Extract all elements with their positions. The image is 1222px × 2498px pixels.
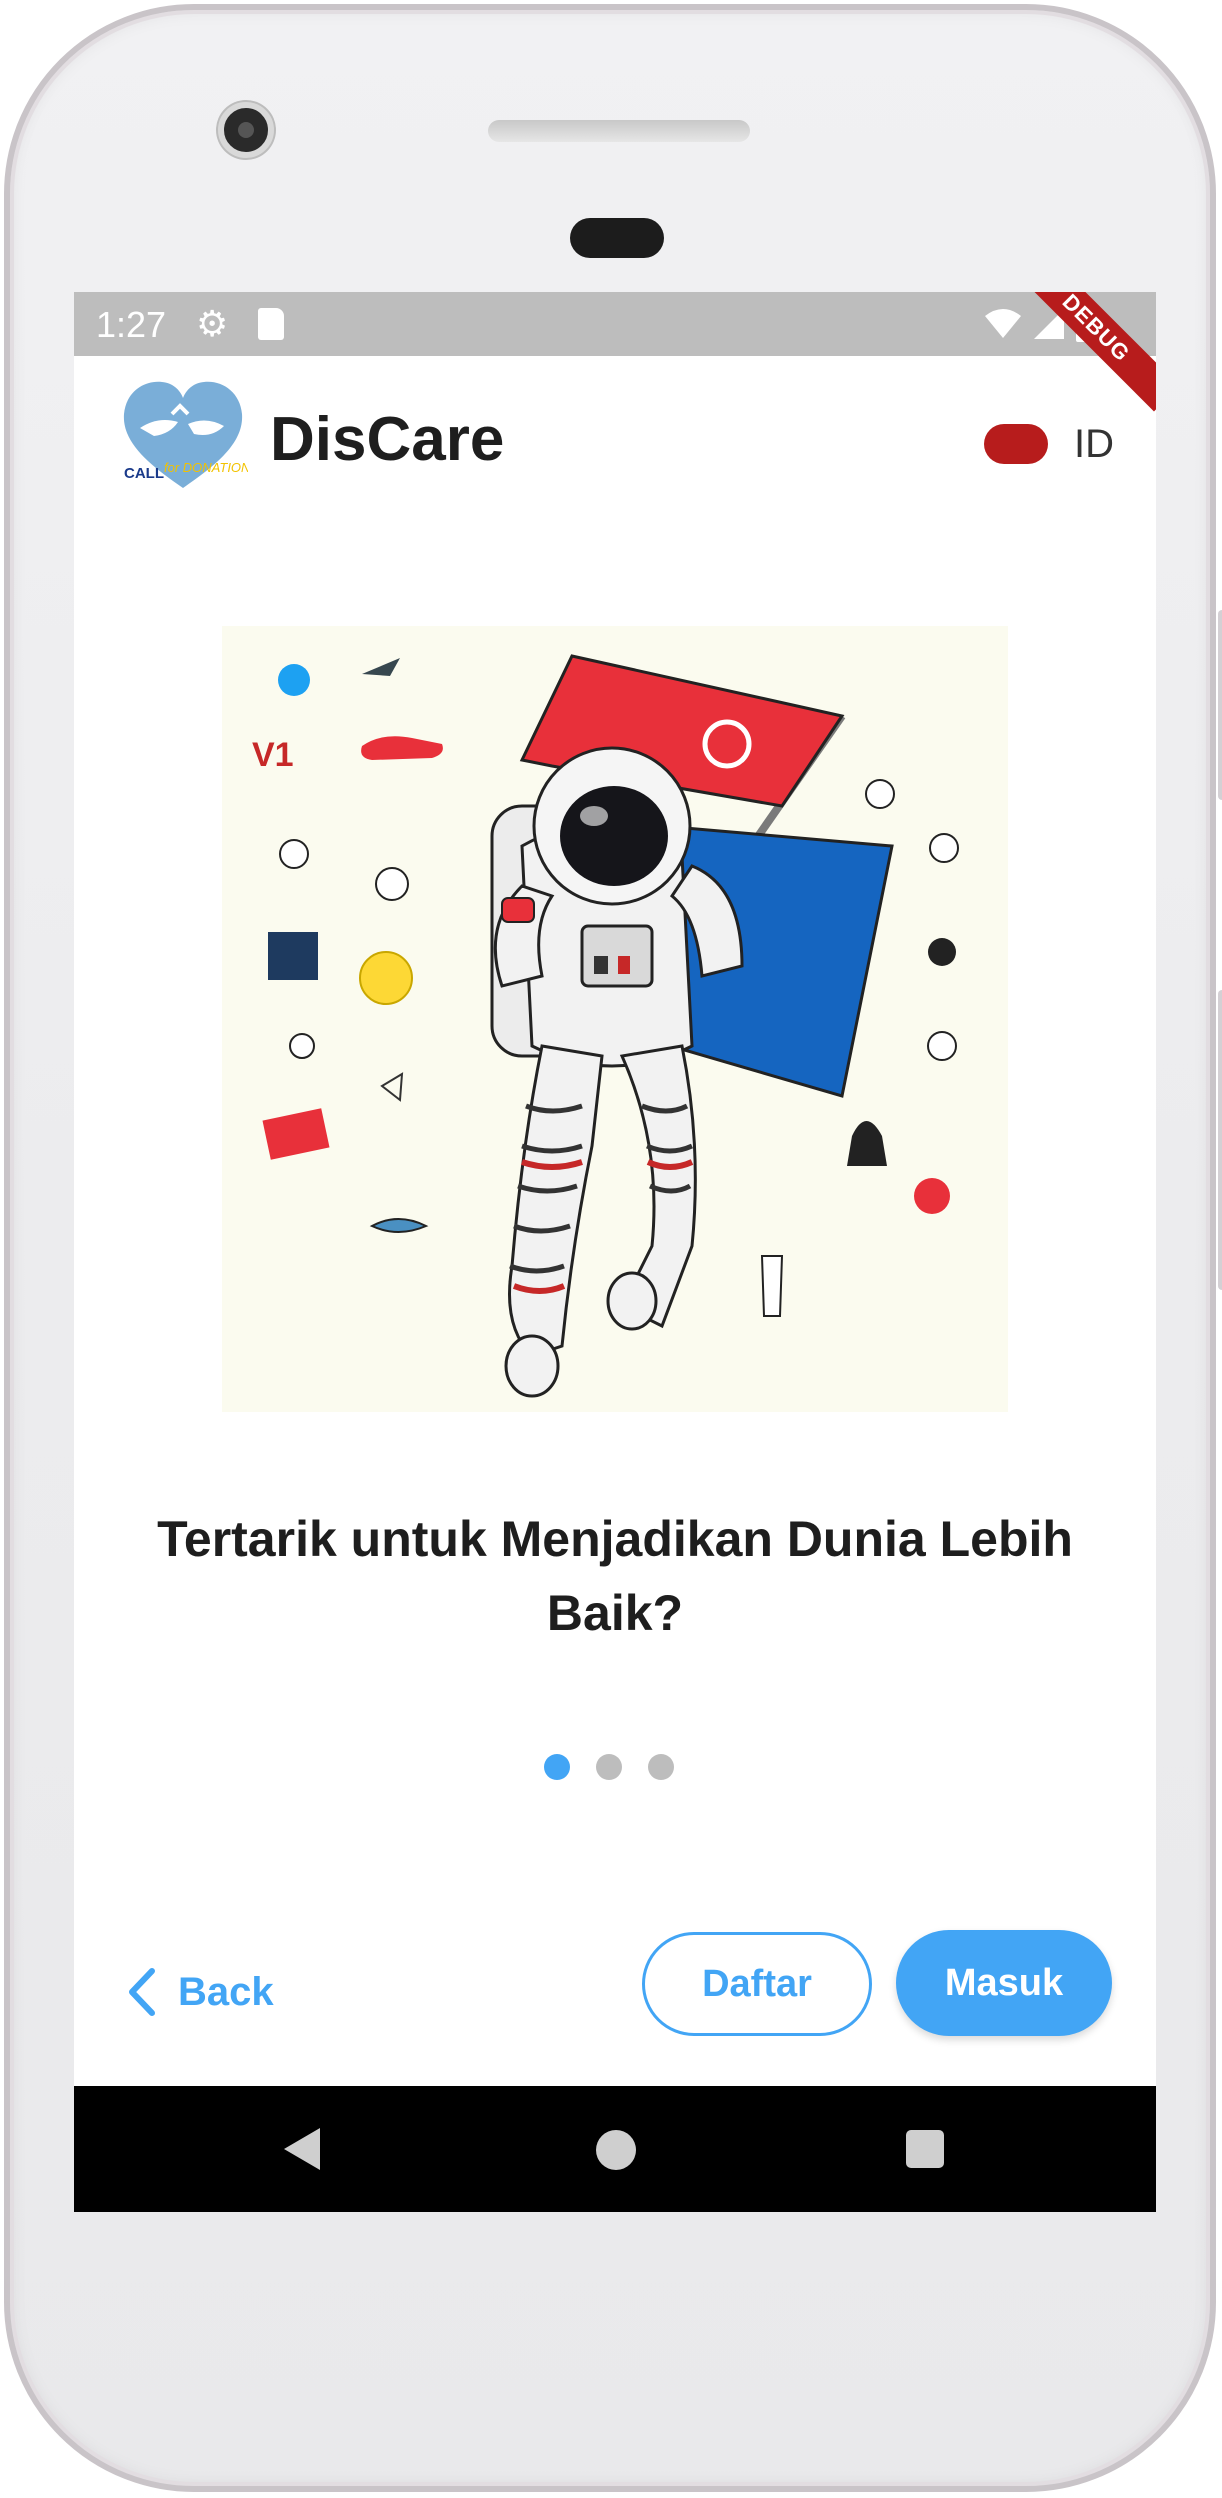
earpiece-speaker [488, 120, 750, 142]
nav-home-icon[interactable] [596, 2130, 636, 2170]
person-doodle-4 [929, 833, 959, 863]
v1-doodle: V1 [252, 736, 294, 774]
person-doodle-5 [928, 938, 956, 966]
person-doodle-3 [865, 779, 895, 809]
page-indicator [544, 1754, 674, 1780]
power-button [1218, 610, 1222, 800]
chat-bubble-icon [375, 867, 409, 901]
svg-text:for DONATIONS: for DONATIONS [164, 460, 248, 475]
wifi-icon [985, 309, 1021, 338]
app-title: DisCare [270, 405, 505, 474]
page-dot-2[interactable] [596, 1754, 622, 1780]
sd-card-icon [258, 308, 284, 340]
person-doodle-6 [927, 1031, 957, 1061]
app-screen: 1:27 ⚙ DEBUG CALL for DONATIONS DisCare … [74, 292, 1156, 2212]
portrait-card [268, 932, 318, 980]
astronaut-boot-left [504, 1334, 560, 1398]
proximity-sensor [570, 218, 664, 258]
astronaut-boot-right [606, 1271, 658, 1331]
register-button[interactable]: Daftar [642, 1932, 872, 2036]
onboarding-illustration: V1 [222, 626, 1008, 1412]
astronaut-chest-panel [580, 924, 654, 988]
person-doodle-2 [289, 1033, 315, 1059]
language-label: ID [1074, 422, 1114, 466]
gear-icon: ⚙ [196, 303, 229, 344]
nav-recents-icon[interactable] [906, 2130, 944, 2168]
back-button[interactable]: Back [126, 1952, 274, 2032]
person-doodle-8 [760, 1255, 784, 1317]
person-doodle-1 [279, 839, 309, 869]
language-toggle[interactable] [984, 424, 1048, 464]
status-time: 1:27 [96, 304, 167, 345]
android-nav-bar [74, 2086, 1156, 2212]
nav-back-icon[interactable] [282, 2126, 322, 2172]
app-bar: CALL for DONATIONS DisCare ID [74, 356, 1156, 506]
onboarding-headline: Tertarik untuk Menjadikan Dunia Lebih Ba… [157, 1511, 1073, 1641]
phone-frame: 1:27 ⚙ DEBUG CALL for DONATIONS DisCare … [4, 4, 1222, 2492]
yellow-dot [359, 951, 413, 1005]
discare-logo: CALL for DONATIONS [123, 381, 248, 488]
astronaut-illustration: V1 [222, 626, 1008, 1412]
page-dot-3[interactable] [648, 1754, 674, 1780]
chevron-left-icon [129, 1968, 155, 2016]
page-dot-1[interactable] [544, 1754, 570, 1780]
svg-text:CALL: CALL [124, 465, 164, 482]
heart-bubble-icon [914, 1178, 950, 1214]
login-button[interactable]: Masuk [896, 1930, 1112, 2036]
twitter-icon [278, 664, 310, 696]
front-camera [218, 102, 274, 158]
back-label: Back [178, 1969, 274, 2014]
status-bar: 1:27 ⚙ DEBUG [74, 292, 1156, 412]
volume-button [1218, 990, 1222, 1290]
